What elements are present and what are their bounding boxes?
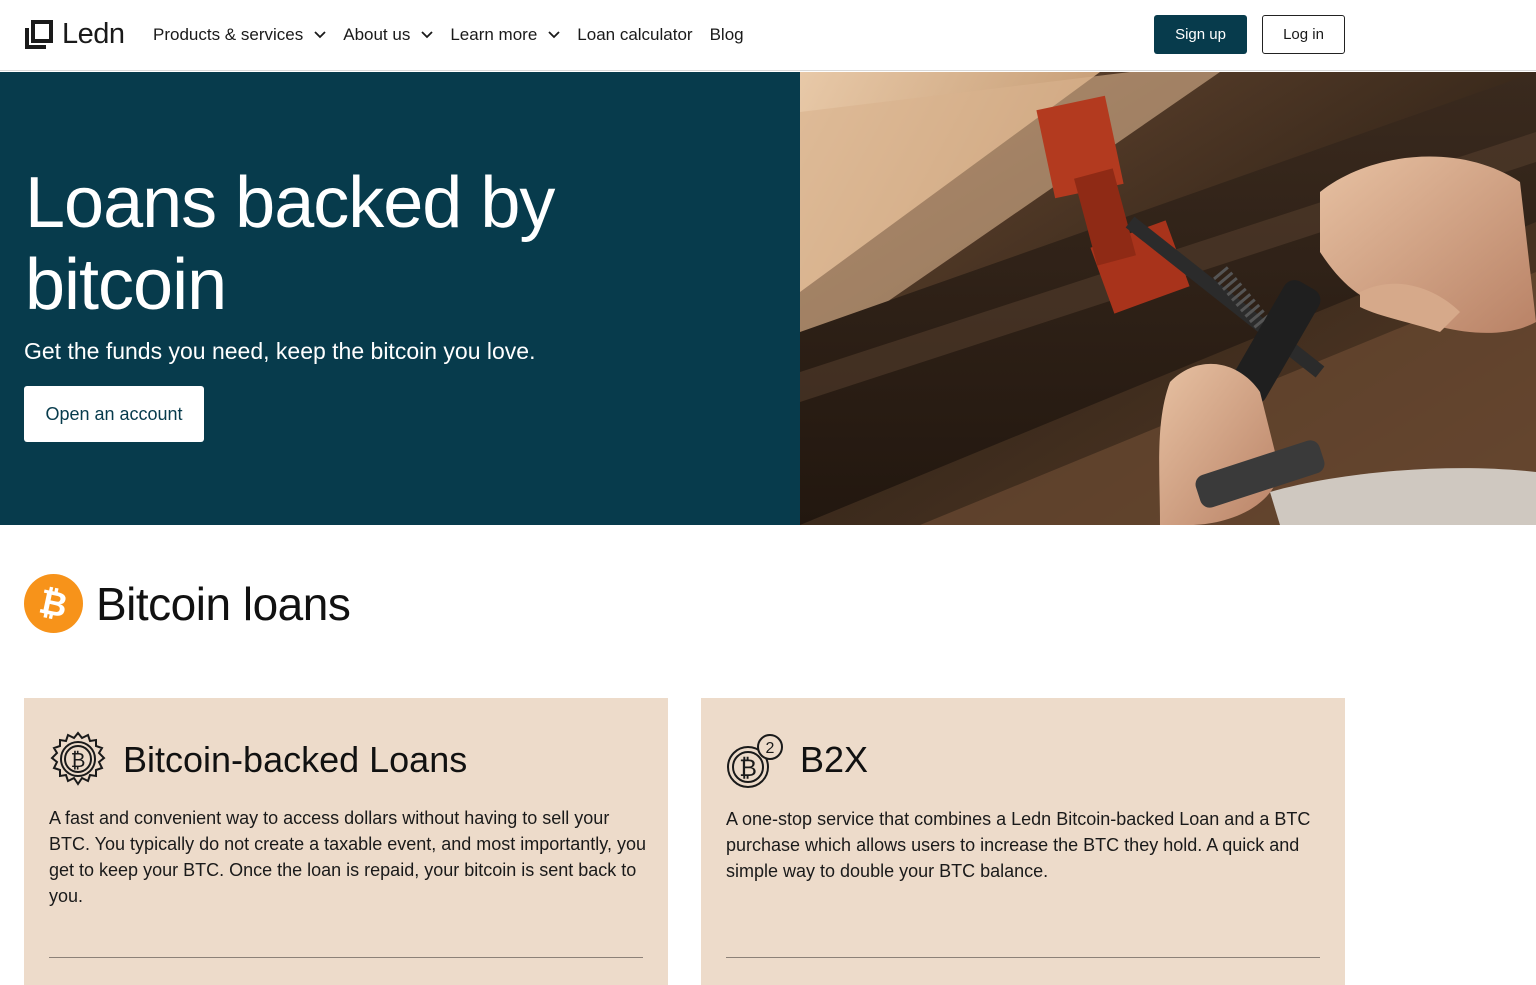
- svg-text:₿: ₿: [739, 754, 757, 782]
- hero-title: Loans backed by bitcoin: [25, 163, 555, 325]
- menu-label: Learn more: [450, 25, 538, 44]
- bitcoin-double-icon: ₿ 2: [727, 734, 783, 788]
- sign-up-button[interactable]: Sign up: [1154, 15, 1247, 54]
- card-description: A fast and convenient way to access doll…: [49, 808, 646, 906]
- card-description: A one-stop service that combines a Ledn …: [726, 809, 1311, 881]
- menu-learn-more[interactable]: Learn more: [450, 25, 560, 45]
- hero-panel: Loans backed by bitcoin Get the funds yo…: [0, 72, 800, 525]
- card-header: ₿ Bitcoin-backed Loans: [48, 730, 467, 790]
- bitcoin-gear-icon: ₿: [50, 731, 106, 786]
- ledn-logo[interactable]: Ledn: [24, 18, 125, 50]
- badge-count: 2: [766, 740, 775, 757]
- menu-about-us[interactable]: About us: [343, 25, 433, 45]
- section-title: Bitcoin loans: [96, 577, 351, 630]
- logo-text: Ledn: [62, 17, 125, 50]
- menu-label: Products & services: [153, 25, 304, 44]
- hero-image: [800, 72, 1536, 525]
- open-account-button[interactable]: Open an account: [24, 386, 204, 442]
- chevron-down-icon: [548, 31, 560, 39]
- card-title: Bitcoin-backed Loans: [123, 739, 468, 780]
- card-header: ₿ 2 B2X: [725, 730, 868, 790]
- ledn-logo-icon: [25, 20, 53, 49]
- card-divider: [726, 957, 1320, 958]
- card-bitcoin-backed-loans[interactable]: ₿ Bitcoin-backed Loans A fast and conven…: [24, 698, 668, 985]
- chevron-down-icon: [421, 31, 433, 39]
- main-menu: Products & services About us Learn more …: [153, 22, 761, 48]
- card-title: B2X: [800, 739, 869, 780]
- card-divider: [49, 957, 643, 958]
- bitcoin-badge-icon: ₿: [24, 574, 83, 633]
- workshop-clamp-photo-icon: [800, 72, 1536, 525]
- menu-blog[interactable]: Blog: [710, 25, 744, 45]
- menu-products-services[interactable]: Products & services: [153, 25, 326, 45]
- svg-text:₿: ₿: [71, 748, 86, 772]
- top-navigation: Ledn Products & services About us Learn …: [0, 0, 1536, 71]
- menu-label: Loan calculator: [577, 25, 693, 44]
- card-b2x[interactable]: ₿ 2 B2X A one-stop service that combines…: [701, 698, 1345, 985]
- chevron-down-icon: [314, 31, 326, 39]
- bitcoin-loans-heading: ₿ Bitcoin loans: [24, 574, 351, 633]
- log-in-button[interactable]: Log in: [1262, 15, 1345, 54]
- hero-subtitle: Get the funds you need, keep the bitcoin…: [24, 338, 536, 364]
- menu-label: About us: [343, 25, 411, 44]
- menu-label: Blog: [709, 25, 744, 44]
- menu-loan-calculator[interactable]: Loan calculator: [577, 25, 692, 45]
